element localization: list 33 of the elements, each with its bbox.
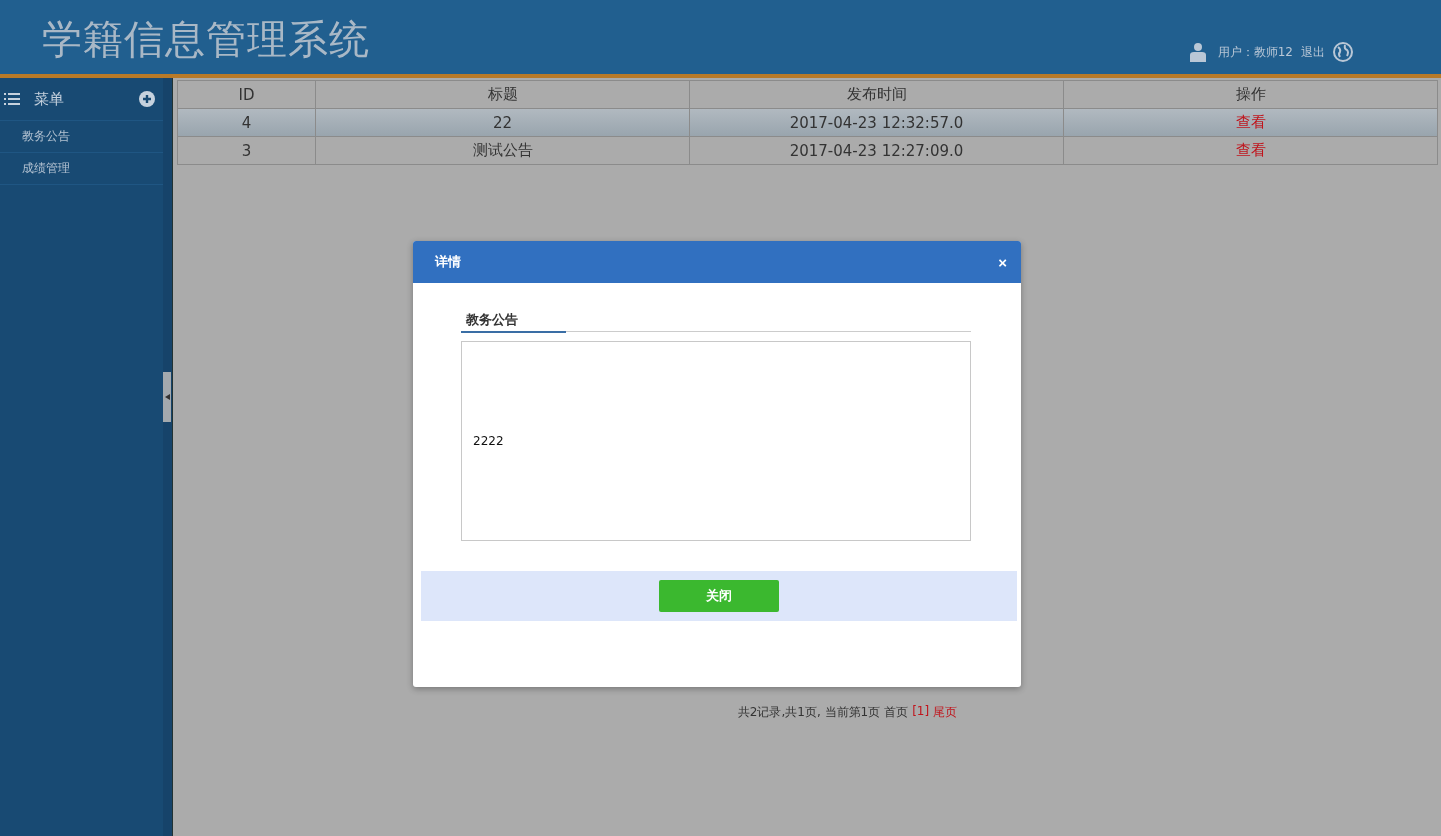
table-cell: 22 <box>315 108 690 137</box>
page-link[interactable]: [1] <box>912 704 930 721</box>
user-icon <box>1189 42 1206 62</box>
globe-icon[interactable] <box>1333 42 1353 62</box>
table-cell: 2017-04-23 12:32:57.0 <box>689 108 1064 137</box>
app-title: 学籍信息管理系统 <box>42 15 370 64</box>
menu-title: 菜单 <box>34 89 65 109</box>
view-link[interactable]: 查看 <box>1235 113 1266 131</box>
collapse-handle[interactable] <box>163 372 171 422</box>
page-link[interactable]: 尾页 <box>933 704 958 721</box>
view-link[interactable]: 查看 <box>1235 141 1266 159</box>
column-header: 标题 <box>315 80 690 109</box>
triangle-icon <box>164 394 170 400</box>
column-header: 发布时间 <box>689 80 1064 109</box>
column-header: 操作 <box>1063 80 1438 109</box>
column-header: ID <box>177 80 316 109</box>
logout-link[interactable]: 退出 <box>1301 43 1325 61</box>
page-link[interactable]: 首页 <box>884 704 909 721</box>
table-cell: 4 <box>177 108 316 137</box>
list-icon <box>4 93 20 105</box>
table-cell: 3 <box>177 136 316 165</box>
plus-icon[interactable] <box>139 91 155 107</box>
dialog-title: 详情 <box>435 253 461 271</box>
record-summary: 共2记录,共1页, 当前第1页 <box>737 704 881 721</box>
user-label: 用户：教师12 <box>1217 43 1293 61</box>
table-row[interactable]: 4 22 2017-04-23 12:32:57.0 查看 <box>177 108 1438 137</box>
table-cell: 测试公告 <box>315 136 690 165</box>
tab[interactable]: 教务公告 <box>461 311 566 333</box>
content-text: 2222 <box>473 434 504 448</box>
table-row[interactable]: 3 测试公告 2017-04-23 12:27:09.0 查看 <box>177 136 1438 165</box>
close-button[interactable]: 关闭 <box>659 580 779 612</box>
close-button[interactable]: × <box>996 253 1009 271</box>
table-cell: 2017-04-23 12:27:09.0 <box>689 136 1064 165</box>
